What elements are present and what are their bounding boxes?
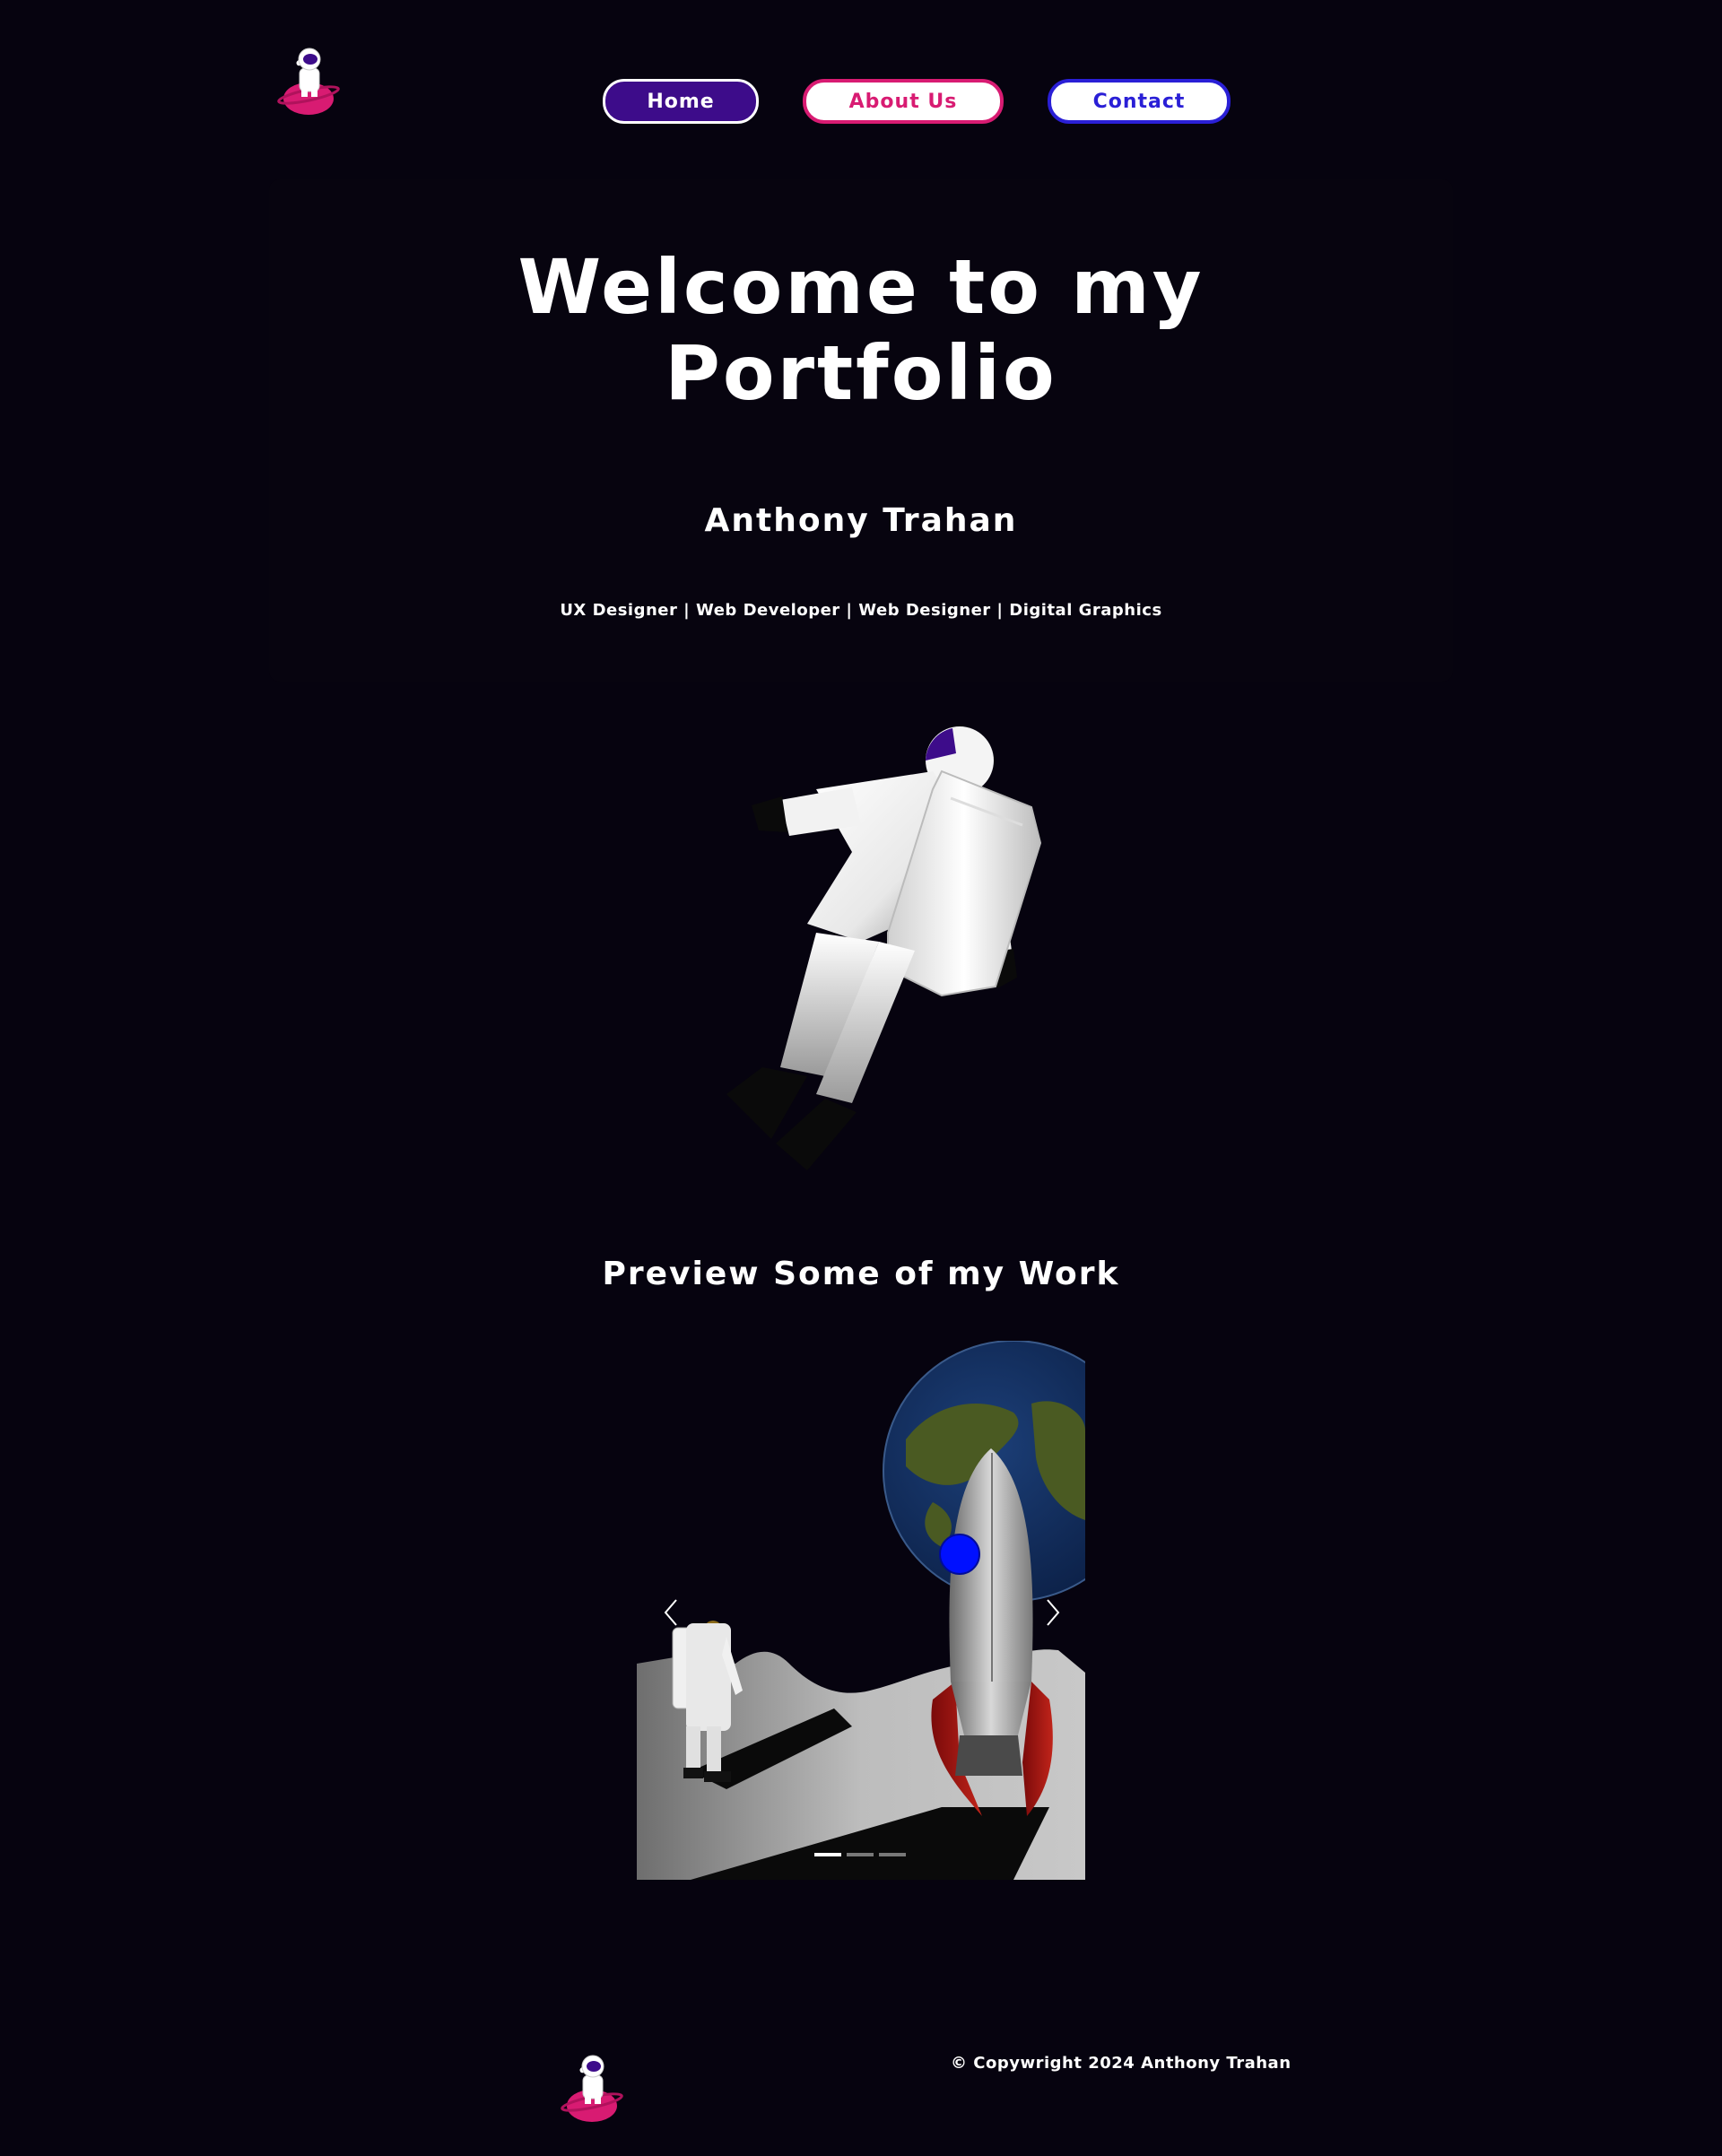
chevron-right-icon (1047, 1599, 1060, 1626)
carousel-indicator-3[interactable] (879, 1853, 906, 1856)
page-title: Welcome to my Portfolio (323, 244, 1399, 416)
nav-home-button[interactable]: Home (603, 79, 759, 124)
nav-about-button[interactable]: About Us (803, 79, 1004, 124)
chevron-left-icon (664, 1599, 677, 1626)
floating-astronaut-illustration (673, 717, 1049, 1184)
roles-tagline: UX Designer | Web Developer | Web Design… (560, 601, 1162, 620)
author-name: Anthony Trahan (704, 502, 1018, 539)
carousel-indicator-2[interactable] (847, 1853, 874, 1856)
preview-heading: Preview Some of my Work (602, 1256, 1120, 1292)
carousel-next-button[interactable] (1039, 1596, 1065, 1629)
footer-copyright: © Copywright 2024 Anthony Trahan (951, 2054, 1292, 2073)
portfolio-page: Home About Us Contact Welcome to my Port… (0, 0, 1722, 2156)
title-line-2: Portfolio (665, 329, 1057, 417)
nav-contact-button[interactable]: Contact (1048, 79, 1231, 124)
carousel-indicator-1[interactable] (814, 1853, 841, 1856)
work-carousel[interactable] (637, 1341, 1085, 1880)
carousel-slide-image (637, 1341, 1085, 1880)
title-line-1: Welcome to my (517, 243, 1205, 331)
carousel-indicators (814, 1853, 906, 1858)
footer-astronaut-logo-icon[interactable] (560, 2050, 624, 2126)
carousel-prev-button[interactable] (658, 1596, 685, 1629)
astronaut-logo-icon[interactable] (276, 43, 341, 118)
